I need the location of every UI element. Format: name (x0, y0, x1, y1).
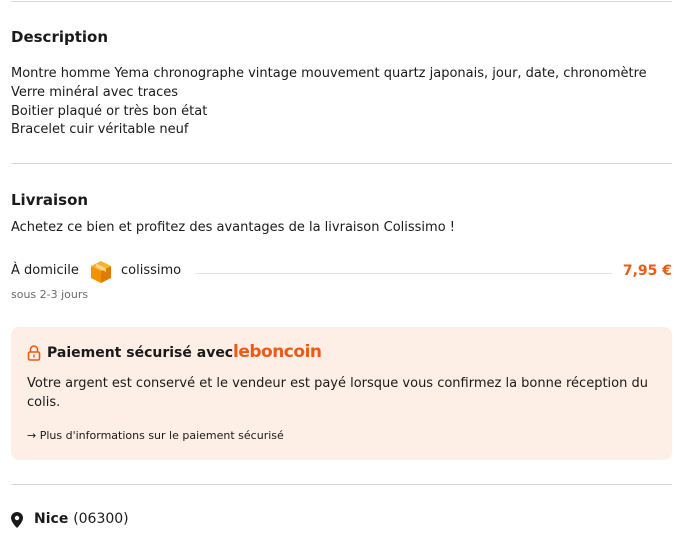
livraison-intro: Achetez ce bien et profitez des avantage… (11, 220, 455, 235)
description-divider (11, 163, 672, 164)
leboncoin-logo: leboncoin (233, 342, 322, 362)
location-city: Nice (06300) (34, 511, 129, 527)
colissimo-box-icon (91, 261, 111, 283)
delivery-price: 7,95 € (622, 263, 672, 279)
secure-payment-text: Votre argent est conservé et le vendeur … (27, 376, 648, 410)
lock-icon (27, 345, 41, 361)
description-line: Verre minéral avec traces (11, 84, 179, 100)
description-line: Boitier plaqué or très bon état (11, 103, 208, 119)
livraison-title: Livraison (11, 191, 89, 209)
location-divider (11, 484, 672, 485)
zip-code: (06300) (73, 511, 129, 527)
secure-payment-box: Paiement sécurisé avec leboncoin Votre a… (11, 327, 672, 460)
carrier-name: colissimo (121, 263, 182, 278)
delivery-delay: sous 2-3 jours (11, 288, 89, 301)
description-text: Montre homme Yema chronographe vintage m… (11, 65, 647, 140)
map-pin-icon (11, 512, 23, 528)
delivery-mode-label: À domicile (11, 263, 79, 278)
description-line: Bracelet cuir véritable neuf (11, 122, 189, 138)
city-name: Nice (34, 511, 69, 527)
description-title: Description (11, 28, 109, 46)
top-divider (11, 1, 672, 2)
description-line: Montre homme Yema chronographe vintage m… (11, 66, 647, 81)
secure-payment-title: Paiement sécurisé avec (47, 345, 234, 361)
price-leader-line (195, 273, 612, 274)
payment-info-link[interactable]: → Plus d'informations sur le paiement sé… (27, 429, 284, 442)
delivery-option: À domicile colissimo 7,95 € (11, 260, 672, 284)
